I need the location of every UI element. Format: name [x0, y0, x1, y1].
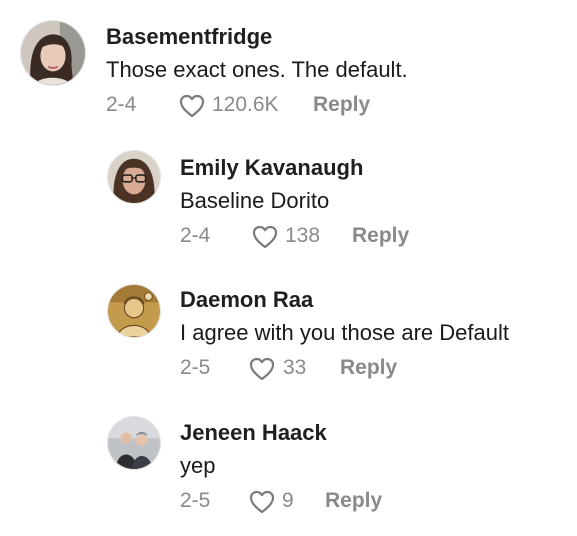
- like-count: 9: [282, 489, 294, 512]
- heart-icon[interactable]: [178, 93, 206, 119]
- comment-username[interactable]: Jeneen Haack: [180, 420, 327, 446]
- heart-icon[interactable]: [248, 356, 276, 382]
- comment-date: 2-5: [180, 356, 211, 379]
- comment-username[interactable]: Daemon Raa: [180, 287, 509, 313]
- like-count: 120.6K: [212, 93, 279, 116]
- profile-photo-icon: [108, 285, 160, 337]
- comment-date: 2-4: [180, 224, 211, 247]
- avatar[interactable]: [107, 150, 161, 204]
- reply-button[interactable]: Reply: [325, 487, 382, 515]
- comment-text: yep: [180, 453, 216, 478]
- comment-text: Those exact ones. The default.: [106, 57, 408, 82]
- reply-button[interactable]: Reply: [352, 222, 409, 250]
- comment-text: I agree with you those are Default: [180, 320, 509, 345]
- comment-meta: 2-5 33 Reply: [180, 354, 509, 382]
- comment-meta: 2-5 9 Reply: [180, 487, 382, 515]
- comment-meta: 2-4 120.6K Reply: [106, 91, 408, 119]
- comment-text: Baseline Dorito: [180, 188, 330, 213]
- like-count: 33: [283, 356, 307, 379]
- comment-meta: 2-4 138 Reply: [180, 222, 409, 250]
- comment-date: 2-5: [180, 489, 211, 512]
- profile-photo-icon: [108, 417, 160, 469]
- avatar[interactable]: [107, 284, 161, 338]
- comment-username[interactable]: Basementfridge: [106, 24, 408, 50]
- heart-icon[interactable]: [251, 224, 279, 250]
- comment-username[interactable]: Emily Kavanaugh: [180, 155, 363, 181]
- reply-button[interactable]: Reply: [313, 91, 370, 119]
- like-count: 138: [285, 224, 321, 247]
- comment-date: 2-4: [106, 93, 137, 116]
- profile-photo-icon: [108, 151, 160, 203]
- profile-photo-icon: [21, 21, 85, 85]
- avatar[interactable]: [20, 20, 86, 86]
- heart-icon[interactable]: [248, 489, 276, 515]
- avatar[interactable]: [107, 416, 161, 470]
- reply-button[interactable]: Reply: [340, 354, 397, 382]
